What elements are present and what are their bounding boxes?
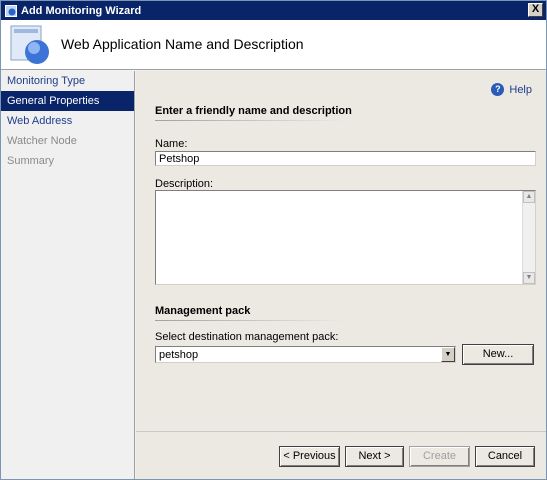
sidebar-item-web-address[interactable]: Web Address bbox=[1, 111, 134, 131]
page-title: Web Application Name and Description bbox=[61, 36, 304, 52]
management-pack-label: Select destination management pack: bbox=[155, 331, 339, 343]
close-button[interactable]: X bbox=[528, 3, 543, 17]
previous-button[interactable]: < Previous bbox=[279, 446, 340, 467]
help-link[interactable]: ? Help bbox=[491, 83, 532, 96]
create-button: Create bbox=[409, 446, 470, 467]
sidebar-item-summary: Summary bbox=[7, 155, 55, 167]
wizard-window: Add Monitoring Wizard X Web Application … bbox=[0, 0, 547, 480]
section-title-management-pack: Management pack bbox=[155, 305, 251, 317]
scroll-down-icon[interactable]: ▼ bbox=[523, 272, 535, 284]
description-textarea[interactable]: ▲ ▼ bbox=[155, 190, 536, 285]
description-label: Description: bbox=[155, 178, 214, 190]
cancel-button[interactable]: Cancel bbox=[475, 446, 535, 467]
wizard-steps-sidebar: Monitoring Type General Properties Web A… bbox=[1, 71, 135, 479]
main-panel: ? Help Enter a friendly name and descrip… bbox=[136, 71, 546, 479]
section-title-name-description: Enter a friendly name and description bbox=[155, 105, 352, 117]
chevron-down-icon[interactable]: ▼ bbox=[441, 347, 455, 362]
window-title: Add Monitoring Wizard bbox=[21, 4, 142, 17]
sidebar-item-general-properties[interactable]: General Properties bbox=[1, 91, 134, 111]
close-icon: X bbox=[531, 3, 540, 15]
description-scrollbar[interactable]: ▲ ▼ bbox=[522, 191, 535, 284]
name-label: Name: bbox=[155, 138, 188, 150]
help-icon: ? bbox=[491, 83, 505, 96]
sidebar-item-monitoring-type[interactable]: Monitoring Type bbox=[1, 71, 134, 91]
management-pack-select[interactable]: petshop ▼ bbox=[155, 346, 456, 363]
monitor-globe-icon bbox=[10, 25, 49, 64]
help-label: Help bbox=[509, 83, 532, 96]
section-divider bbox=[155, 320, 345, 321]
wizard-icon bbox=[5, 4, 17, 17]
section-divider bbox=[155, 120, 345, 121]
footer-divider bbox=[136, 431, 546, 432]
scroll-up-icon[interactable]: ▲ bbox=[523, 191, 535, 203]
name-input[interactable]: Petshop bbox=[155, 151, 536, 166]
title-bar[interactable]: Add Monitoring Wizard X bbox=[1, 1, 546, 20]
management-pack-value: petshop bbox=[159, 349, 199, 361]
sidebar-item-watcher-node: Watcher Node bbox=[7, 135, 77, 147]
wizard-header: Web Application Name and Description bbox=[1, 20, 546, 70]
next-button[interactable]: Next > bbox=[345, 446, 404, 467]
new-management-pack-button[interactable]: New... bbox=[462, 344, 534, 365]
